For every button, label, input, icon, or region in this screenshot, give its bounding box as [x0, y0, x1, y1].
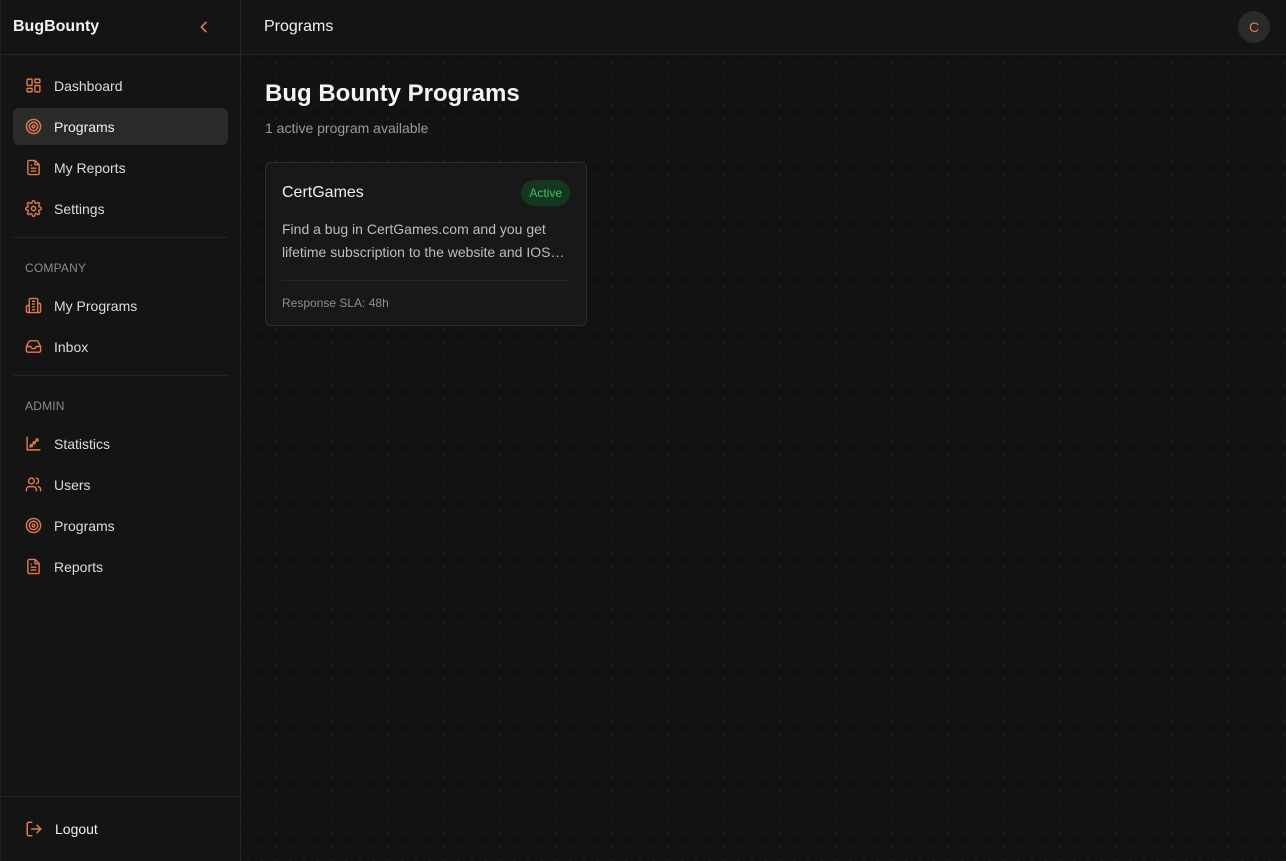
section-label-company: COMPANY [25, 261, 87, 275]
dashboard-icon [25, 77, 42, 94]
sidebar-item-my-reports[interactable]: My Reports [13, 149, 228, 186]
logout-icon [25, 820, 43, 838]
file-text-icon [25, 159, 42, 176]
page-content: Bug Bounty Programs 1 active program ava… [241, 55, 1286, 350]
header-title: Programs [264, 18, 334, 35]
users-icon [25, 476, 42, 493]
sidebar: BugBounty Dashboard Programs My Reports … [0, 0, 241, 861]
sidebar-item-label: Reports [54, 558, 104, 575]
chevron-left-icon [200, 21, 207, 33]
sidebar-item-label: Dashboard [54, 77, 123, 94]
gear-icon [25, 200, 42, 217]
program-name: CertGames [282, 184, 364, 201]
sidebar-item-label: Inbox [54, 338, 89, 355]
program-description: Find a bug in CertGames.com and you get … [282, 221, 551, 260]
sidebar-item-admin-programs[interactable]: Programs [13, 507, 228, 544]
logout-label: Logout [55, 821, 98, 837]
program-sla: Response SLA: 48h [282, 296, 389, 310]
avatar[interactable]: C [1238, 11, 1270, 43]
sidebar-footer: Logout [1, 796, 241, 861]
sidebar-item-label: Users [54, 476, 91, 493]
target-icon [25, 517, 42, 534]
status-badge: Active [521, 180, 570, 206]
card-divider [282, 280, 570, 281]
program-card-header: CertGames Active [282, 180, 570, 206]
main-area: Programs C Bug Bounty Programs 1 active … [241, 0, 1286, 861]
sidebar-item-programs[interactable]: Programs [13, 108, 228, 145]
sidebar-item-my-programs[interactable]: My Programs [13, 287, 228, 324]
sidebar-nav: Dashboard Programs My Reports Settings C… [1, 55, 240, 585]
sidebar-item-label: My Reports [54, 159, 126, 176]
sidebar-item-statistics[interactable]: Statistics [13, 425, 228, 462]
sidebar-item-reports[interactable]: Reports [13, 548, 228, 585]
sidebar-item-label: Statistics [54, 435, 111, 452]
sidebar-item-inbox[interactable]: Inbox [13, 328, 228, 365]
section-label-admin: ADMIN [25, 399, 65, 413]
sidebar-item-label: My Programs [54, 297, 138, 314]
page-title: Bug Bounty Programs [265, 80, 520, 107]
sidebar-item-users[interactable]: Users [13, 466, 228, 503]
top-bar: Programs C [241, 0, 1286, 55]
target-icon [25, 118, 42, 135]
sidebar-item-label: Programs [54, 517, 115, 534]
logout-button[interactable]: Logout [13, 811, 229, 848]
app-root: BugBounty Dashboard Programs My Reports … [0, 0, 1286, 861]
page-subtitle: 1 active program available [265, 120, 429, 136]
inbox-icon [25, 338, 42, 355]
building-icon [25, 297, 42, 314]
collapse-sidebar-button[interactable] [190, 13, 218, 41]
nav-main-group: Dashboard Programs My Reports Settings [13, 55, 228, 227]
sidebar-item-settings[interactable]: Settings [13, 190, 228, 227]
sidebar-item-label: Settings [54, 200, 105, 217]
chart-icon [25, 435, 42, 452]
file-text-icon [25, 558, 42, 575]
sidebar-item-label: Programs [54, 118, 115, 135]
sidebar-header: BugBounty [1, 0, 240, 55]
brand-logo[interactable]: BugBounty [13, 18, 99, 36]
program-card[interactable]: CertGames Active Find a bug in CertGames… [265, 162, 587, 326]
sidebar-item-dashboard[interactable]: Dashboard [13, 67, 228, 104]
